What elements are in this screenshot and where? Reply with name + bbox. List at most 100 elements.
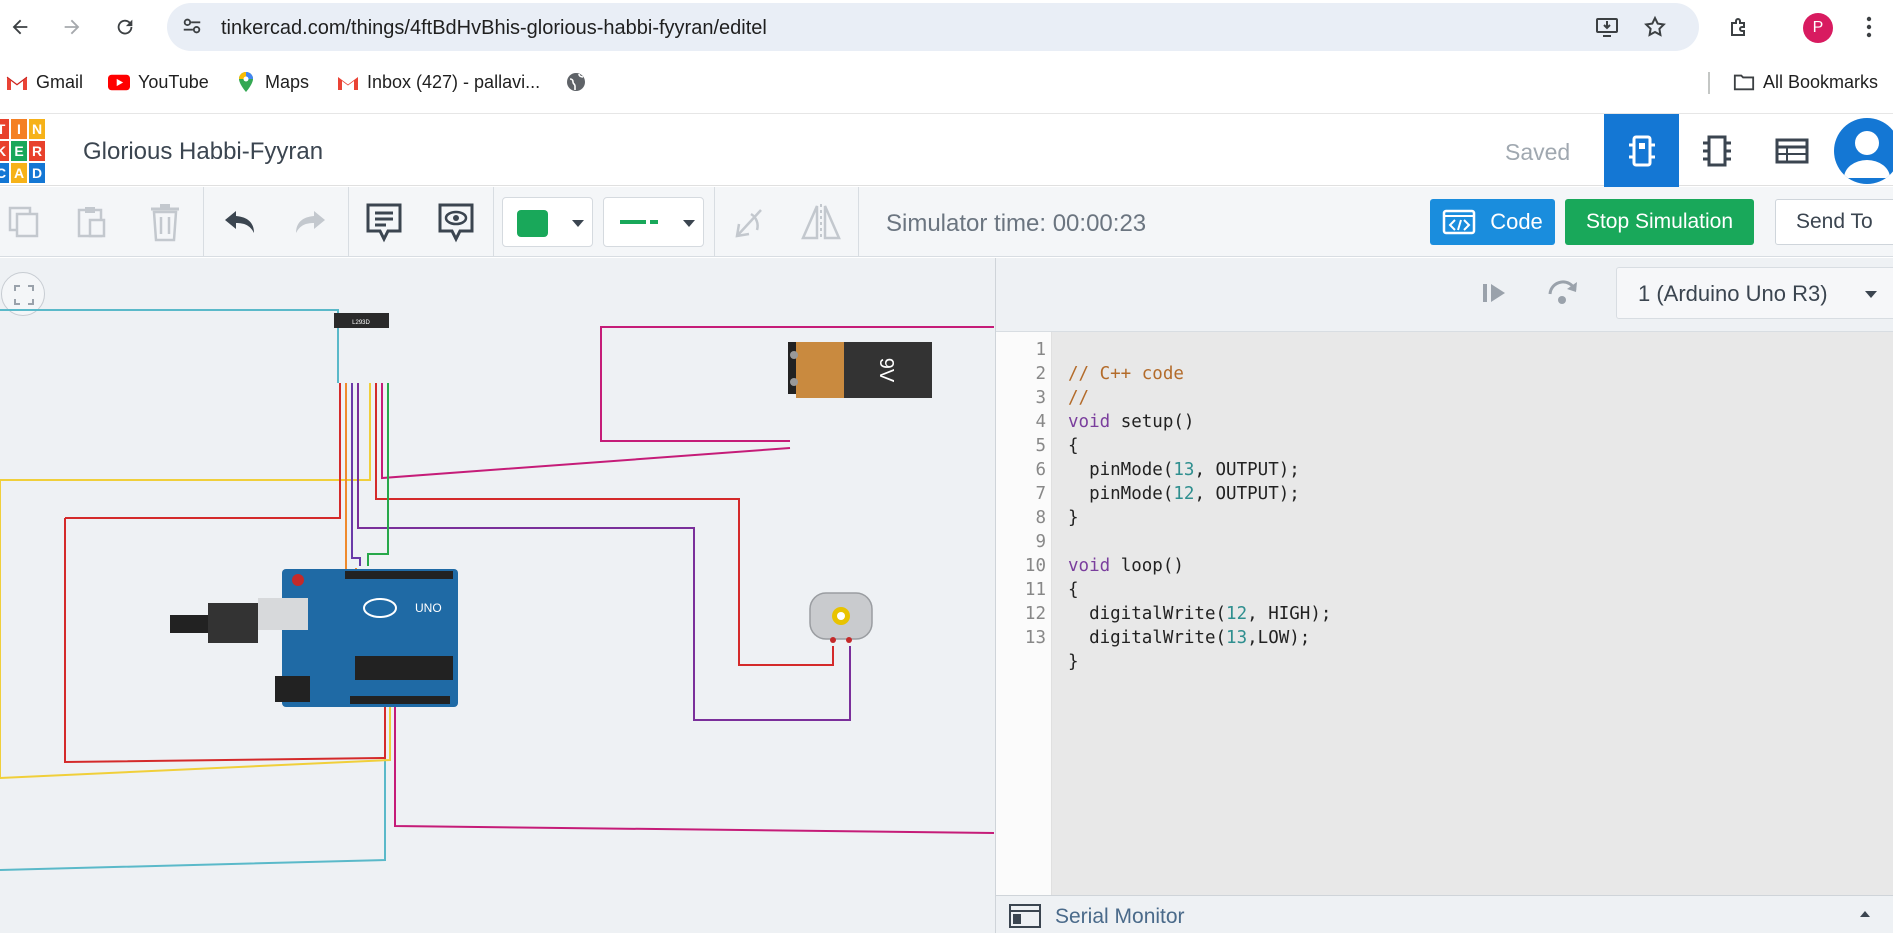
bookmark-inbox[interactable]: Inbox (427) - pallavi... xyxy=(337,70,540,94)
code-button[interactable]: Code xyxy=(1430,199,1555,245)
logo-tile: N xyxy=(28,118,46,140)
youtube-icon xyxy=(108,71,130,93)
toolbar-divider xyxy=(348,187,349,257)
copy-button[interactable] xyxy=(0,199,48,245)
wire-type-picker[interactable] xyxy=(603,197,704,247)
color-picker[interactable] xyxy=(502,197,593,247)
code-line: { xyxy=(1068,580,1079,600)
toolbar-divider xyxy=(858,187,859,257)
back-icon[interactable] xyxy=(3,10,37,44)
line-number: 4 xyxy=(1035,412,1046,432)
line-number: 8 xyxy=(1035,508,1046,528)
flip-button[interactable] xyxy=(797,199,845,245)
chevron-down-icon xyxy=(683,220,695,227)
redo-icon xyxy=(296,211,325,233)
terminal-icon xyxy=(1009,904,1041,928)
rotate-button[interactable] xyxy=(725,199,773,245)
circuit-canvas[interactable]: L293D 9V UNO xyxy=(0,258,995,933)
bookmark-maps[interactable]: Maps xyxy=(235,70,309,94)
rotate-icon xyxy=(735,209,762,238)
line-number: 3 xyxy=(1035,388,1046,408)
color-swatch xyxy=(517,210,548,237)
schematic-view-button[interactable] xyxy=(1679,114,1754,187)
bookmark-gmail[interactable]: Gmail xyxy=(6,70,83,94)
schematic-icon xyxy=(1702,135,1731,166)
serial-monitor-bar[interactable]: Serial Monitor xyxy=(996,895,1893,933)
arduino-uno-board: UNO xyxy=(170,569,458,707)
send-to-button[interactable]: Send To xyxy=(1775,199,1893,245)
code-panel: 1 (Arduino Uno R3) 1 2 3 4 5 6 7 8 9 10 11 12 13 // … xyxy=(995,258,1893,933)
undo-icon xyxy=(225,211,254,233)
logo-tile: C xyxy=(0,162,10,184)
wire-red xyxy=(65,383,341,519)
wire-yellow xyxy=(0,383,371,481)
step-play-icon xyxy=(1483,284,1505,302)
maps-icon xyxy=(235,71,257,93)
eye-icon xyxy=(438,203,474,243)
logo-tile: T xyxy=(0,118,10,140)
save-status: Saved xyxy=(1505,139,1571,165)
bookmark-youtube[interactable]: YouTube xyxy=(108,70,209,94)
step-button[interactable] xyxy=(1481,282,1509,309)
bookmark-star-icon[interactable] xyxy=(1643,15,1667,44)
gmail-icon xyxy=(6,71,28,93)
code-line: } xyxy=(1068,652,1079,672)
all-bookmarks[interactable]: All Bookmarks xyxy=(1733,70,1878,94)
toolbar-divider xyxy=(203,187,204,257)
bookmarks-divider xyxy=(1708,72,1710,94)
code-button-label: Code xyxy=(1490,209,1543,234)
line-number: 13 xyxy=(1024,628,1046,648)
bookmarks-bar: Gmail YouTube Maps Inbox (427) - pallavi… xyxy=(0,60,1893,104)
code-panel-toolbar: 1 (Arduino Uno R3) xyxy=(996,258,1893,332)
tinkercad-logo[interactable]: TINKERCAD xyxy=(0,118,46,184)
code-line: // xyxy=(1068,388,1090,408)
bookmark-label: YouTube xyxy=(138,71,209,92)
chevron-up-icon[interactable] xyxy=(1859,910,1871,918)
logo-tile: I xyxy=(10,118,28,140)
user-avatar[interactable] xyxy=(1834,118,1893,184)
circuit-view-button[interactable] xyxy=(1604,114,1679,187)
redo-button[interactable] xyxy=(286,199,334,245)
install-app-icon[interactable] xyxy=(1595,15,1619,44)
forward-icon[interactable] xyxy=(55,10,89,44)
l293d-chip: L293D xyxy=(334,313,389,328)
device-selector[interactable]: 1 (Arduino Uno R3) xyxy=(1616,267,1893,319)
board-label: UNO xyxy=(415,601,442,615)
menu-icon[interactable] xyxy=(1852,10,1886,44)
paste-button[interactable] xyxy=(68,199,116,245)
logo-tile: A xyxy=(10,162,28,184)
code-line: pinMode(12, OUTPUT); xyxy=(1068,484,1300,504)
extensions-icon[interactable] xyxy=(1722,10,1756,44)
code-editor[interactable]: // C++ code // void setup() { pinMode(13, O… xyxy=(1068,338,1331,722)
step-over-button[interactable] xyxy=(1546,278,1580,311)
project-title[interactable]: Glorious Habbi-Fyyran xyxy=(83,138,323,166)
code-line: digitalWrite(12, HIGH); xyxy=(1068,604,1332,624)
reload-icon[interactable] xyxy=(108,10,142,44)
undo-button[interactable] xyxy=(216,199,264,245)
notes-button[interactable] xyxy=(360,199,408,245)
toolbar-divider xyxy=(714,187,715,257)
flip-icon xyxy=(801,204,841,240)
visibility-button[interactable] xyxy=(432,199,480,245)
code-line: void setup() xyxy=(1068,412,1195,432)
serial-monitor-label: Serial Monitor xyxy=(1055,905,1185,928)
gmail-icon xyxy=(337,71,359,93)
browser-toolbar: tinkercad.com/things/4ftBdHvBhis-gloriou… xyxy=(0,0,1893,54)
logo-tile: K xyxy=(0,140,10,162)
line-number: 11 xyxy=(1024,580,1046,600)
stop-simulation-button[interactable]: Stop Simulation xyxy=(1565,199,1754,245)
components-list-button[interactable] xyxy=(1754,114,1829,187)
delete-button[interactable] xyxy=(141,199,189,245)
address-bar[interactable]: tinkercad.com/things/4ftBdHvBhis-gloriou… xyxy=(167,3,1699,51)
site-settings-icon[interactable] xyxy=(181,15,203,42)
all-bookmarks-label: All Bookmarks xyxy=(1763,71,1879,92)
circuit-diagram: L293D 9V UNO xyxy=(0,309,995,871)
code-line: void loop() xyxy=(1068,556,1184,576)
profile-avatar[interactable]: P xyxy=(1803,13,1833,43)
line-number: 6 xyxy=(1035,460,1046,480)
chevron-down-icon xyxy=(572,220,584,227)
bookmark-globe[interactable] xyxy=(565,70,595,94)
device-selector-value: 1 (Arduino Uno R3) xyxy=(1638,281,1828,306)
code-line: digitalWrite(13,LOW); xyxy=(1068,628,1311,648)
